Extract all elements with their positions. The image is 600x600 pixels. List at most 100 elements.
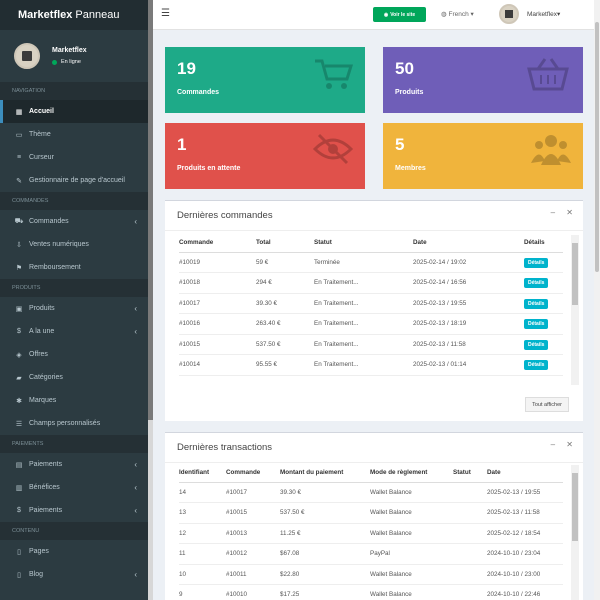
details-button[interactable]: Détails bbox=[524, 339, 549, 350]
sidebar-section-header: PRODUITS bbox=[0, 279, 153, 297]
sidebar-item[interactable]: ▦ Accueil bbox=[0, 100, 153, 123]
dollar-icon: $ bbox=[17, 328, 21, 335]
sidebar-item-label: Curseur bbox=[29, 154, 54, 161]
stat-label: Membres bbox=[395, 165, 426, 172]
table-cell bbox=[453, 502, 487, 524]
sidebar-item[interactable]: $ Paiements ‹ bbox=[0, 499, 153, 522]
transactions-scrollbar[interactable] bbox=[571, 465, 579, 600]
sidebar-item-label: Thème bbox=[29, 131, 51, 138]
close-icon[interactable]: ✕ bbox=[566, 208, 573, 217]
details-button[interactable]: Détails bbox=[524, 298, 549, 309]
tag-icon: ◈ bbox=[16, 351, 22, 359]
hamburger-menu-icon[interactable]: ☰ bbox=[161, 8, 170, 19]
sidebar-item[interactable]: ▤ Paiements ‹ bbox=[0, 453, 153, 476]
table-cell: #10018 bbox=[179, 272, 256, 294]
table-cell: #10017 bbox=[226, 482, 280, 503]
sidebar-item[interactable]: ⇩ Ventes numériques bbox=[0, 233, 153, 256]
column-header: Date bbox=[413, 233, 524, 253]
table-cell: 39.30 € bbox=[256, 293, 314, 314]
sidebar-item-label: Commandes bbox=[29, 218, 69, 225]
sidebar-item-label: Accueil bbox=[29, 108, 54, 115]
column-header: Statut bbox=[314, 233, 413, 253]
visit-site-button[interactable]: ◉ Voir le site bbox=[373, 7, 426, 22]
chevron-left-icon: ‹ bbox=[134, 483, 137, 492]
close-icon[interactable]: ✕ bbox=[566, 440, 573, 449]
sidebar-item[interactable]: ▯ Pages bbox=[0, 540, 153, 563]
table-cell: $67.08 bbox=[280, 543, 370, 565]
table-cell: Wallet Balance bbox=[370, 564, 453, 585]
table-cell: Détails bbox=[524, 354, 563, 376]
user-dropdown[interactable]: Marketflex ▾ bbox=[499, 4, 560, 24]
page-scrollbar-thumb[interactable] bbox=[595, 22, 599, 272]
sidebar-scrollbar[interactable] bbox=[148, 0, 153, 600]
stat-pending-products[interactable]: 1 Produits en attente bbox=[165, 123, 365, 189]
language-dropdown[interactable]: ◍ French ▾ bbox=[441, 10, 474, 18]
table-cell: 10 bbox=[179, 564, 226, 585]
edit-icon: ✎ bbox=[16, 177, 22, 185]
table-cell: 294 € bbox=[256, 272, 314, 294]
table-cell: En Traitement... bbox=[314, 334, 413, 355]
sidebar-item[interactable]: ☰ Champs personnalisés bbox=[0, 412, 153, 435]
stat-members[interactable]: 5 Membres bbox=[383, 123, 583, 189]
chevron-left-icon: ‹ bbox=[134, 506, 137, 515]
sidebar-item[interactable]: ▯ Blog ‹ bbox=[0, 563, 153, 586]
sidebar-item[interactable]: ▰ Catégories bbox=[0, 366, 153, 389]
dollar-icon: $ bbox=[17, 507, 21, 514]
table-cell: #10017 bbox=[179, 293, 256, 314]
sidebar-item[interactable]: ≡ Curseur bbox=[0, 146, 153, 169]
orders-scrollbar-thumb[interactable] bbox=[572, 243, 578, 305]
sidebar-item-label: Pages bbox=[29, 548, 49, 555]
table-cell: Détails bbox=[524, 272, 563, 294]
orders-scrollbar[interactable] bbox=[571, 235, 579, 385]
sidebar-item-label: Produits bbox=[29, 305, 55, 312]
language-label: French bbox=[448, 11, 469, 18]
table-cell: 13 bbox=[179, 502, 226, 524]
sidebar-item-label: Offres bbox=[29, 351, 48, 358]
column-header: Statut bbox=[453, 463, 487, 483]
sidebar-section-header: PAIEMENTS bbox=[0, 435, 153, 453]
sidebar-item[interactable]: $ A la une ‹ bbox=[0, 320, 153, 343]
details-button[interactable]: Détails bbox=[524, 257, 549, 268]
table-row: #10016 263.40 € En Traitement... 2025-02-13… bbox=[179, 313, 563, 335]
sidebar-item[interactable]: ✱ Marques bbox=[0, 389, 153, 412]
avatar bbox=[14, 43, 40, 69]
table-cell: #10010 bbox=[226, 584, 280, 600]
online-dot-icon bbox=[52, 59, 57, 65]
sidebar-item[interactable]: ▭ Thème bbox=[0, 123, 153, 146]
table-cell: Détails bbox=[524, 334, 563, 355]
sidebar-item[interactable]: ▣ Produits ‹ bbox=[0, 297, 153, 320]
stat-products[interactable]: 50 Produits bbox=[383, 47, 583, 113]
orders-table: Commande Total Statut Date Détails #1001… bbox=[179, 233, 563, 376]
sidebar-item[interactable]: ⚑ Remboursement bbox=[0, 256, 153, 279]
details-button[interactable]: Détails bbox=[524, 278, 549, 289]
sidebar-item[interactable]: ⛟ Commandes ‹ bbox=[0, 210, 153, 233]
brand-logo[interactable]: Marketflex Panneau bbox=[0, 0, 153, 30]
sidebar-item[interactable]: ✎ Gestionnaire de page d'accueil bbox=[0, 169, 153, 192]
transactions-scrollbar-thumb[interactable] bbox=[572, 473, 578, 541]
visit-site-label: Voir le site bbox=[390, 11, 416, 18]
sidebar-item[interactable]: ▥ Bénéfices ‹ bbox=[0, 476, 153, 499]
details-button[interactable]: Détails bbox=[524, 360, 549, 371]
show-all-button[interactable]: Tout afficher bbox=[525, 397, 569, 412]
sidebar-item-label: Bénéfices bbox=[29, 484, 60, 491]
page-scrollbar[interactable] bbox=[594, 0, 600, 600]
table-cell: 2024-10-10 / 23:00 bbox=[487, 564, 563, 585]
table-cell: 14 bbox=[179, 482, 226, 503]
table-row: #10015 537.50 € En Traitement... 2025-02-13… bbox=[179, 334, 563, 355]
collapse-icon[interactable]: – bbox=[551, 208, 555, 217]
table-cell: #10014 bbox=[179, 354, 256, 376]
file-icon: ▯ bbox=[17, 548, 21, 556]
table-cell: 2025-02-13 / 18:19 bbox=[413, 313, 524, 335]
latest-transactions-panel: Dernières transactions – ✕ Identifiant C… bbox=[165, 432, 583, 600]
user-name: Marketflex bbox=[52, 47, 87, 54]
table-cell: 2025-02-12 / 18:54 bbox=[487, 523, 563, 544]
stat-orders[interactable]: 19 Commandes bbox=[165, 47, 365, 113]
money-icon: ▥ bbox=[15, 484, 23, 492]
table-cell: 2025-02-13 / 19:55 bbox=[413, 293, 524, 314]
details-button[interactable]: Détails bbox=[524, 319, 549, 330]
table-cell: 39.30 € bbox=[280, 482, 370, 503]
sidebar-item[interactable]: ◈ Offres bbox=[0, 343, 153, 366]
sidebar-scrollbar-thumb[interactable] bbox=[148, 0, 153, 420]
table-header-row: Commande Total Statut Date Détails bbox=[179, 233, 563, 253]
collapse-icon[interactable]: – bbox=[551, 440, 555, 449]
